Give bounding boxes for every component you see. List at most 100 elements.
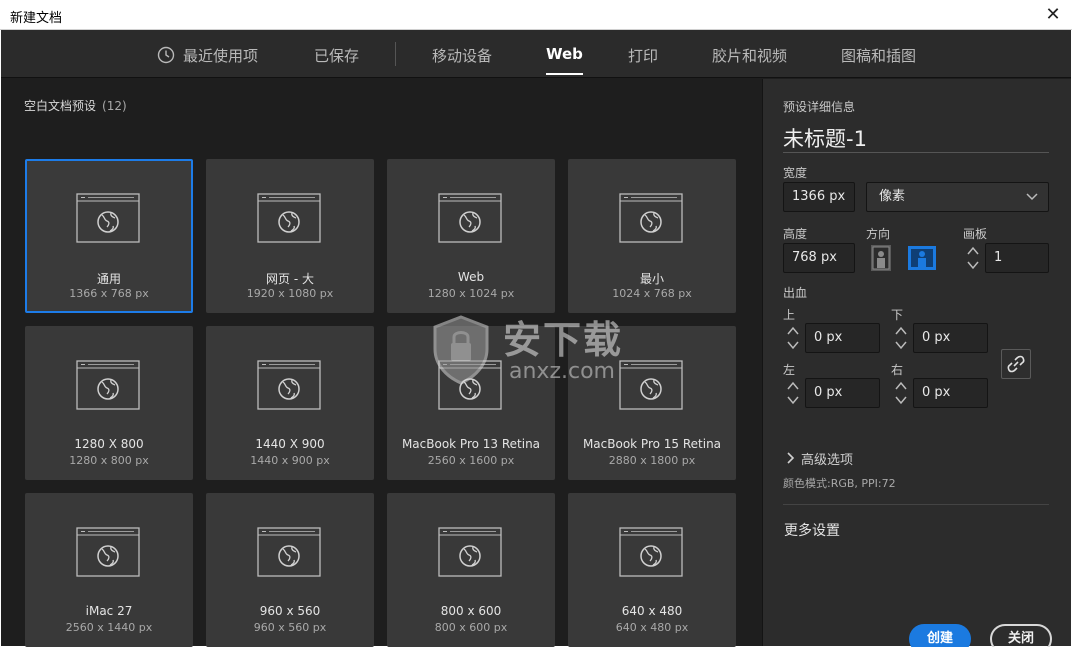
bleed-top-input[interactable]: 0 px [805,323,880,353]
preset-card[interactable]: 1280 X 800 1280 x 800 px [25,326,193,480]
preset-dimensions: 1920 x 1080 px [246,287,334,300]
preset-name: MacBook Pro 15 Retina [582,437,722,451]
name-underline [783,152,1049,153]
portrait-orientation-icon[interactable] [866,244,896,272]
chevron-down-icon[interactable] [893,338,909,352]
height-input[interactable]: 768 px [783,243,855,273]
preset-dimensions: 800 x 600 px [434,621,508,634]
preset-dimensions: 640 x 480 px [615,621,689,634]
create-button[interactable]: 创建 [909,624,971,647]
tab-label: Web [546,45,583,63]
preset-dimensions: 2880 x 1800 px [608,454,696,467]
advanced-options-toggle[interactable]: 高级选项 [787,449,853,468]
preset-card[interactable]: Web 1280 x 1024 px [387,159,555,313]
artboard-stepper [963,243,983,273]
tab-recent[interactable]: 最近使用项 [157,45,258,66]
title-bar: 新建文档 ✕ [0,0,1072,30]
preset-name: Web [457,270,485,284]
presets-count: (12) [102,99,127,113]
more-settings-link[interactable]: 更多设置 [784,520,840,540]
height-label: 高度 [783,227,808,241]
tab-saved[interactable]: 已保存 [314,45,359,66]
tab-web[interactable]: Web [546,45,583,75]
bleed-left-label: 左 [783,363,796,377]
web-document-icon [257,360,321,410]
tab-print[interactable]: 打印 [628,45,658,66]
new-document-dialog: 最近使用项 已保存 移动设备 Web 打印 胶片和视频 图稿和插图 空白文档预设… [1,30,1071,647]
tab-film-video[interactable]: 胶片和视频 [712,45,787,66]
preset-card[interactable]: 640 x 480 640 x 480 px [568,493,736,647]
active-tab-underline [546,73,583,75]
web-document-icon [76,360,140,410]
chevron-up-icon[interactable] [893,379,909,393]
web-document-icon [76,527,140,577]
bleed-top-stepper [783,323,803,353]
tab-label: 打印 [628,47,659,65]
document-name-input[interactable]: 未标题-1 [783,123,867,153]
details-heading: 预设详细信息 [783,100,856,114]
web-document-icon [438,193,502,243]
link-bleed-button[interactable] [1001,349,1031,379]
chevron-down-icon[interactable] [785,338,801,352]
preset-dimensions: 1440 x 900 px [250,454,330,467]
width-label: 宽度 [783,166,808,180]
web-document-icon [257,527,321,577]
bleed-bottom-stepper [891,323,911,353]
preset-dimensions: 960 x 560 px [253,621,327,634]
preset-card[interactable]: 最小 1024 x 768 px [568,159,736,313]
bleed-bottom-input[interactable]: 0 px [913,323,988,353]
bleed-left-stepper [783,378,803,408]
preset-dimensions: 2560 x 1600 px [427,454,515,467]
preset-card[interactable]: 960 x 560 960 x 560 px [206,493,374,647]
bleed-right-stepper [891,378,911,408]
color-mode-text: 颜色模式:RGB, PPI:72 [783,477,896,490]
bleed-right-input[interactable]: 0 px [913,378,988,408]
tab-art-illustration[interactable]: 图稿和插图 [841,45,916,66]
preset-card[interactable]: 800 x 600 800 x 600 px [387,493,555,647]
preset-dimensions: 1280 x 1024 px [427,287,515,300]
preset-card[interactable]: 通用 1366 x 768 px [25,159,193,313]
preset-name: MacBook Pro 13 Retina [401,437,541,451]
preset-card[interactable]: 网页 - 大 1920 x 1080 px [206,159,374,313]
width-input[interactable]: 1366 px [783,182,855,212]
artboard-label: 画板 [963,227,988,241]
bleed-left-input[interactable]: 0 px [805,378,880,408]
orientation-label: 方向 [866,227,891,241]
preset-details-panel: 预设详细信息 未标题-1 宽度 1366 px 像素 高度 方向 画板 768 … [762,79,1071,647]
tab-mobile[interactable]: 移动设备 [432,45,492,66]
artboard-input[interactable]: 1 [985,243,1049,273]
chevron-up-icon[interactable] [893,324,909,338]
web-document-icon [257,193,321,243]
close-icon[interactable]: ✕ [1042,4,1064,26]
web-document-icon [619,193,683,243]
bleed-top-label: 上 [783,308,796,322]
web-document-icon [619,527,683,577]
tab-label: 已保存 [314,47,360,65]
chevron-down-icon[interactable] [965,258,981,272]
preset-name: 1280 X 800 [74,437,144,451]
watermark-text-cn: 安下载 [503,318,624,362]
preset-name: 640 x 480 [621,604,683,618]
landscape-orientation-icon[interactable] [907,244,937,272]
watermark-text-en: anxz.com [509,359,615,384]
preset-name: 800 x 600 [440,604,502,618]
chevron-right-icon [787,452,795,464]
presets-heading: 空白文档预设 (12) [24,97,127,114]
preset-name: 最小 [639,272,664,286]
unit-select[interactable]: 像素 [866,182,1049,212]
clock-icon [157,46,175,64]
preset-card[interactable]: 1440 X 900 1440 x 900 px [206,326,374,480]
preset-card[interactable]: iMac 27 2560 x 1440 px [25,493,193,647]
chevron-up-icon[interactable] [785,379,801,393]
tab-label: 图稿和插图 [841,47,917,65]
advanced-options-label: 高级选项 [801,453,854,468]
chevron-up-icon[interactable] [965,244,981,258]
tab-label: 最近使用项 [183,47,259,65]
chevron-down-icon[interactable] [893,393,909,407]
close-button[interactable]: 关闭 [990,624,1052,647]
preset-dimensions: 1280 x 800 px [69,454,149,467]
chevron-up-icon[interactable] [785,324,801,338]
chevron-down-icon[interactable] [785,393,801,407]
link-icon [1007,355,1025,373]
presets-title: 空白文档预设 [24,99,97,113]
